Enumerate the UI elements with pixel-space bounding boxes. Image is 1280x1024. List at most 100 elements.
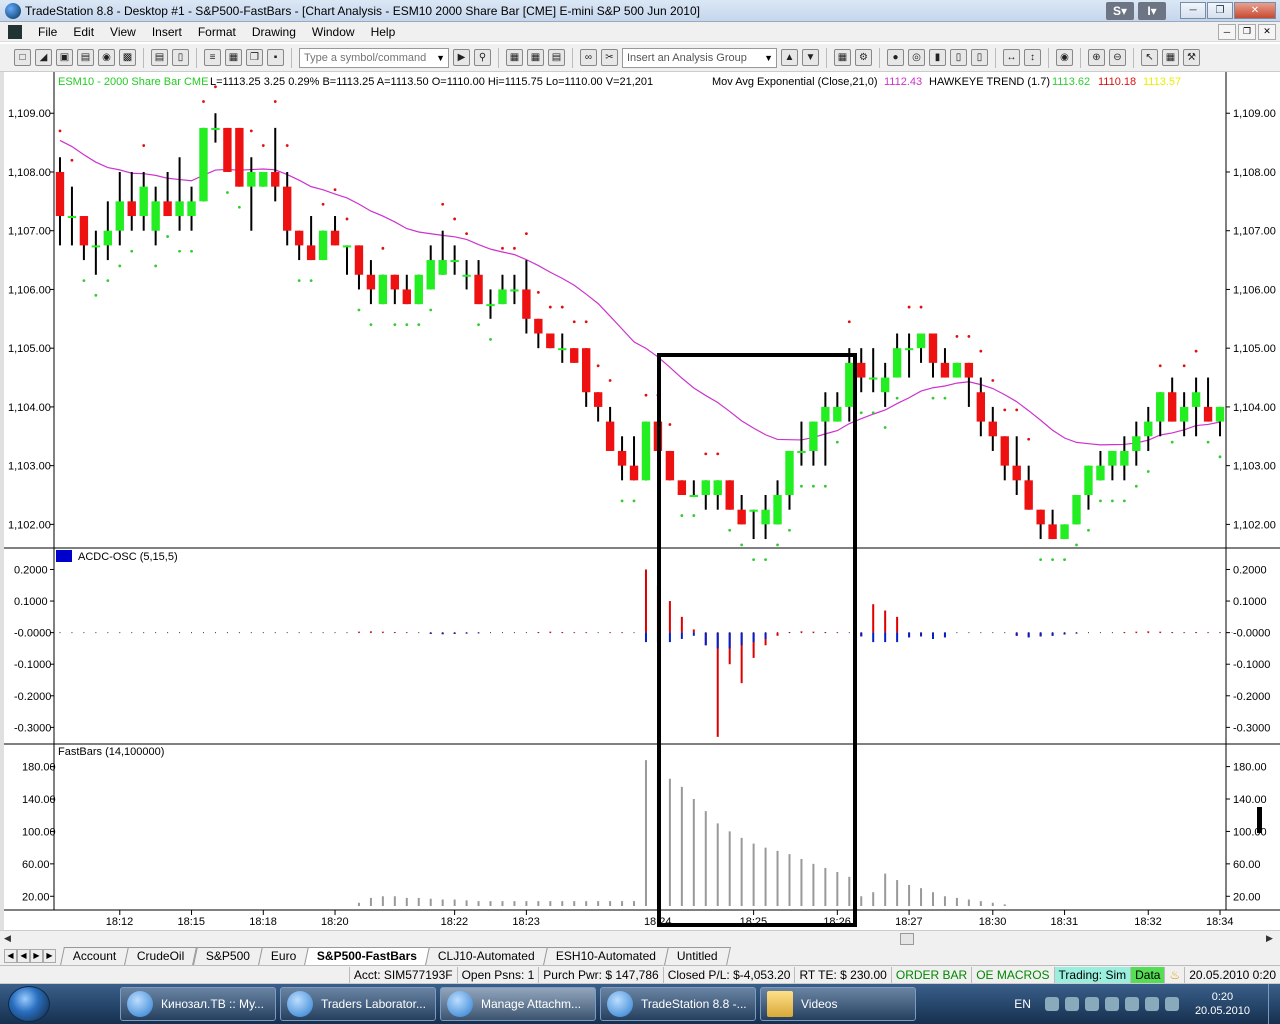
tab-untitled[interactable]: Untitled bbox=[664, 946, 731, 965]
tab-esh10-automated[interactable]: ESH10-Automated bbox=[543, 946, 669, 965]
analysis-group-select[interactable]: Insert an Analysis Group ▼ bbox=[622, 47, 777, 68]
tradestation-app-icon[interactable] bbox=[5, 2, 21, 19]
tab-clj10-automated[interactable]: CLJ10-Automated bbox=[425, 946, 548, 965]
minimize-button[interactable]: ─ bbox=[1180, 2, 1206, 19]
table-icon[interactable]: ▤ bbox=[548, 49, 565, 66]
tools-icon[interactable]: ⚒ bbox=[1183, 49, 1200, 66]
maximize-button[interactable]: ❐ bbox=[1207, 2, 1233, 19]
tab-account[interactable]: Account bbox=[60, 946, 130, 965]
tab-next-icon[interactable]: ▶ bbox=[30, 948, 43, 963]
tab-prev-icon[interactable]: ◀ bbox=[17, 948, 30, 963]
scissors-icon[interactable]: ✂ bbox=[601, 49, 618, 66]
tab-sp500[interactable]: S&P500 bbox=[192, 946, 263, 965]
menu-window[interactable]: Window bbox=[304, 25, 363, 39]
candlestick-icon[interactable]: ▯ bbox=[971, 49, 988, 66]
menu-file[interactable]: File bbox=[30, 25, 65, 39]
tab-euro[interactable]: Euro bbox=[257, 946, 310, 965]
menu-help[interactable]: Help bbox=[363, 25, 404, 39]
chart-analysis-window[interactable]: 1,109.00 1,109.00 1,108.00 1,108.00 1,107.00… bbox=[0, 72, 1280, 930]
taskbar-item-kinozal[interactable]: Кинозал.ТВ :: Му... bbox=[120, 987, 276, 1021]
s-dropdown-button[interactable]: S ▾ bbox=[1106, 1, 1134, 20]
insert-strategy-icon[interactable]: ▼ bbox=[802, 49, 819, 66]
save-icon[interactable]: ▩ bbox=[119, 49, 136, 66]
order-entry-icon[interactable]: ▦ bbox=[1162, 49, 1179, 66]
open-workspace-icon[interactable]: ▤ bbox=[77, 49, 94, 66]
order-bar-button[interactable]: ORDER BAR bbox=[890, 966, 971, 983]
i-dropdown-button[interactable]: I ▾ bbox=[1138, 1, 1166, 20]
menu-drawing[interactable]: Drawing bbox=[244, 25, 304, 39]
tray-flag-icon[interactable] bbox=[1124, 997, 1139, 1011]
language-indicator[interactable]: EN bbox=[1014, 997, 1031, 1011]
menu-view[interactable]: View bbox=[102, 25, 144, 39]
chart-horizontal-scrollbar[interactable]: ◀ ▶ bbox=[0, 930, 1280, 946]
tab-sp500-fastbars[interactable]: S&P500-FastBars bbox=[304, 946, 431, 965]
tray-shield-icon[interactable] bbox=[1104, 997, 1119, 1011]
data-status-badge[interactable]: Data bbox=[1130, 966, 1165, 983]
taskbar-item-manage-attachments[interactable]: Manage Attachm... bbox=[440, 987, 596, 1021]
print-preview-icon[interactable]: ▤ bbox=[151, 49, 168, 66]
pointer-icon[interactable]: ↖ bbox=[1141, 49, 1158, 66]
chevron-down-icon[interactable]: ▼ bbox=[764, 53, 773, 63]
ohlc-icon[interactable]: ▯ bbox=[950, 49, 967, 66]
tray-app-icon[interactable] bbox=[1044, 997, 1059, 1011]
trading-mode-badge[interactable]: Trading: Sim bbox=[1053, 966, 1131, 983]
tab-first-icon[interactable]: ◀ bbox=[4, 948, 17, 963]
data-window-icon[interactable]: ▦ bbox=[834, 49, 851, 66]
tab-last-icon[interactable]: ▶ bbox=[43, 948, 56, 963]
compress-bars-icon[interactable]: ↔ bbox=[1003, 49, 1020, 66]
tray-messenger-icon[interactable] bbox=[1084, 997, 1099, 1011]
taskbar-item-tradestation[interactable]: TradeStation 8.8 -... bbox=[600, 987, 756, 1021]
paste-icon[interactable]: ▪ bbox=[267, 49, 284, 66]
zoom-in-icon[interactable]: ⊕ bbox=[1088, 49, 1105, 66]
new-file-icon[interactable]: □ bbox=[14, 49, 31, 66]
scroll-left-icon[interactable]: ◀ bbox=[4, 933, 11, 944]
taskbar-item-traders-laboratory[interactable]: Traders Laborator... bbox=[280, 987, 436, 1021]
menu-edit[interactable]: Edit bbox=[65, 25, 102, 39]
insert-indicator-icon[interactable]: ▲ bbox=[781, 49, 798, 66]
symbol-lookup-icon[interactable]: ⚲ bbox=[474, 49, 491, 66]
lock-icon[interactable]: ◉ bbox=[98, 49, 115, 66]
zoom-out-icon[interactable]: ⊖ bbox=[1109, 49, 1126, 66]
mdi-close-button[interactable]: ✕ bbox=[1258, 23, 1276, 40]
format-icon[interactable]: ≡ bbox=[204, 49, 221, 66]
tray-monitor-icon[interactable] bbox=[1144, 997, 1159, 1011]
scroll-thumb[interactable] bbox=[900, 933, 914, 945]
close-button[interactable]: ✕ bbox=[1234, 2, 1276, 19]
chart-canvas[interactable]: 1,109.00 1,109.00 1,108.00 1,108.00 1,107.00… bbox=[4, 72, 1280, 930]
bell-icon[interactable]: ♨ bbox=[1164, 966, 1184, 983]
menu-format[interactable]: Format bbox=[190, 25, 244, 39]
symbol-command-field[interactable] bbox=[304, 51, 448, 64]
link-icon[interactable]: ∞ bbox=[580, 49, 597, 66]
fastbars-axis-label-left: 100.00 bbox=[22, 826, 56, 838]
go-arrow-icon[interactable]: ▶ bbox=[453, 49, 470, 66]
radar-icon[interactable]: ◎ bbox=[908, 49, 925, 66]
open-folder-icon[interactable]: ◢ bbox=[35, 49, 52, 66]
calendar-icon[interactable]: ▦ bbox=[506, 49, 523, 66]
glasses-icon[interactable]: ● bbox=[887, 49, 904, 66]
expand-bars-icon[interactable]: ↕ bbox=[1024, 49, 1041, 66]
tab-crudeoil[interactable]: CrudeOil bbox=[124, 946, 198, 965]
chart-format-icon[interactable]: ▦ bbox=[225, 49, 242, 66]
copy-icon[interactable]: ❐ bbox=[246, 49, 263, 66]
print-icon[interactable]: ▯ bbox=[172, 49, 189, 66]
taskbar-item-videos[interactable]: Videos bbox=[760, 987, 916, 1021]
menu-insert[interactable]: Insert bbox=[144, 25, 190, 39]
tray-volume-icon[interactable] bbox=[1164, 997, 1179, 1011]
mdi-restore-button[interactable]: ❐ bbox=[1238, 23, 1256, 40]
new-window-icon[interactable]: ▣ bbox=[56, 49, 73, 66]
document-icon[interactable] bbox=[8, 24, 22, 39]
system-clock[interactable]: 0:20 20.05.2010 bbox=[1195, 990, 1250, 1018]
symbol-command-input[interactable]: ▼ bbox=[299, 47, 449, 68]
bar-chart-icon[interactable]: ▮ bbox=[929, 49, 946, 66]
osc-zero-dot bbox=[956, 632, 958, 634]
oe-macros-button[interactable]: OE MACROS bbox=[971, 966, 1053, 983]
settings-icon[interactable]: ⚙ bbox=[855, 49, 872, 66]
start-button[interactable] bbox=[8, 986, 50, 1022]
mdi-minimize-button[interactable]: ─ bbox=[1218, 23, 1236, 40]
chevron-down-icon[interactable]: ▼ bbox=[436, 53, 445, 63]
scroll-right-icon[interactable]: ▶ bbox=[1266, 933, 1273, 944]
grid-icon[interactable]: ▦ bbox=[527, 49, 544, 66]
color-palette-icon[interactable]: ◉ bbox=[1056, 49, 1073, 66]
show-desktop-button[interactable] bbox=[1268, 984, 1280, 1024]
tray-network-icon[interactable] bbox=[1064, 997, 1079, 1011]
